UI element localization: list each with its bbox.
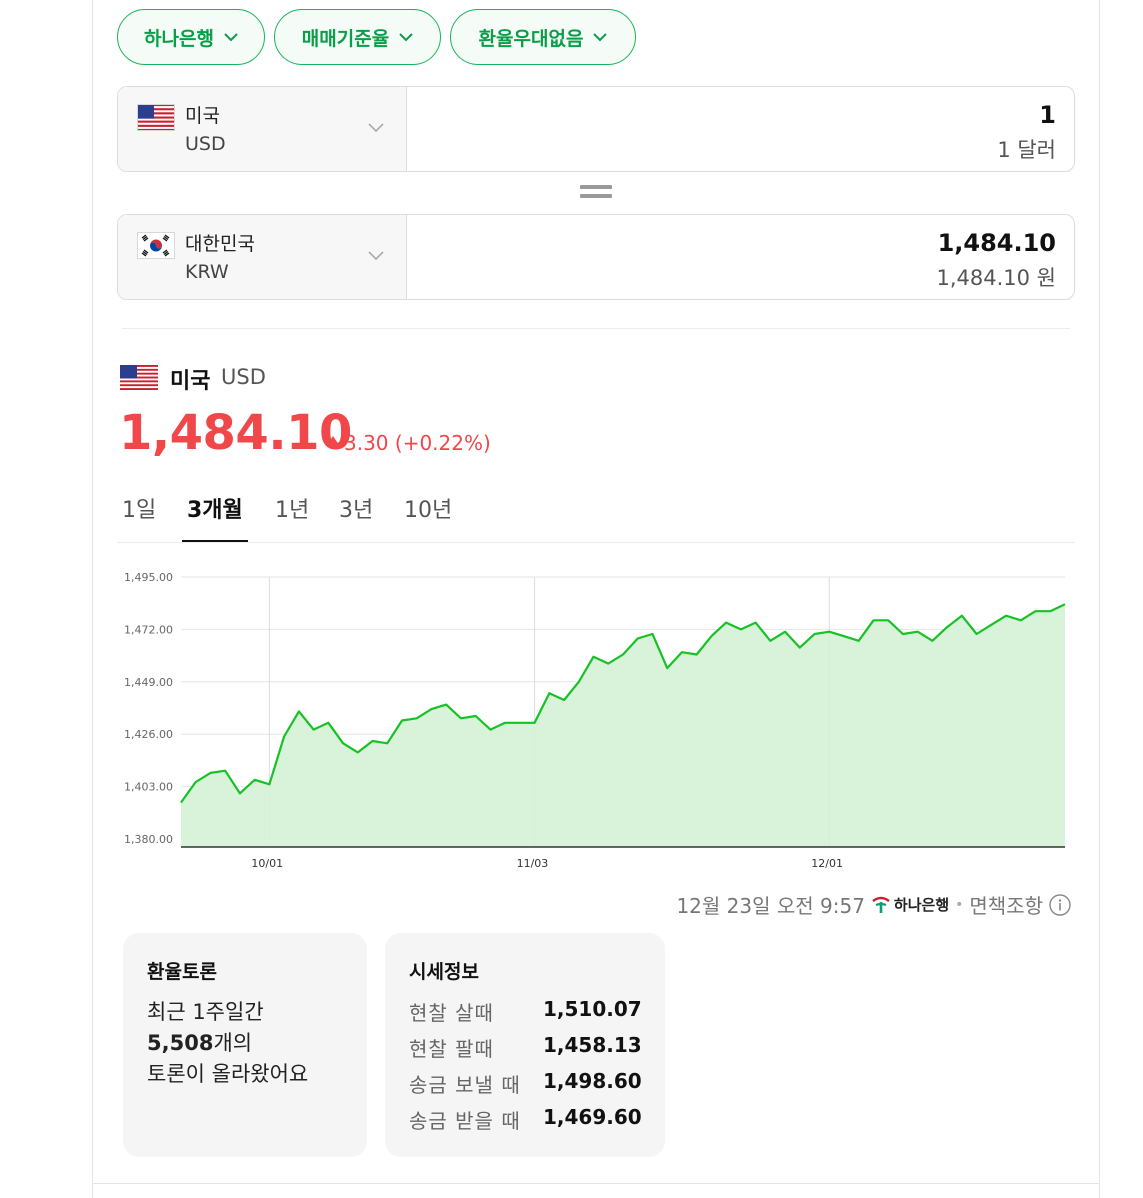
tabs-divider xyxy=(117,542,1075,543)
to-currency-code: KRW xyxy=(185,261,229,283)
market-info-title: 시세정보 xyxy=(409,961,479,983)
chevron-down-icon xyxy=(224,33,238,42)
discussion-title: 환율토론 xyxy=(147,961,217,983)
y-tick-label: 1,380.00 xyxy=(124,833,173,846)
tab-1year[interactable]: 1년 xyxy=(275,492,309,524)
rate-currency-code: USD xyxy=(221,365,266,389)
discussion-count-suffix: 개의 xyxy=(213,1031,253,1055)
bank-logo: 하나은행 xyxy=(871,894,949,915)
y-tick-label: 1,426.00 xyxy=(124,728,173,741)
active-tab-indicator xyxy=(182,540,248,542)
to-currency-select[interactable]: 대한민국 KRW xyxy=(118,215,407,299)
market-info-row: 현찰 팔때 1,458.13 xyxy=(409,1033,642,1062)
discussion-count: 5,508 xyxy=(147,1031,214,1055)
hana-bank-logo-icon xyxy=(872,896,890,913)
y-tick-label: 1,472.00 xyxy=(124,623,173,636)
separator-dot: • xyxy=(955,896,964,913)
preferential-rate-filter-button[interactable]: 환율우대없음 xyxy=(450,9,636,65)
to-country-name: 대한민국 xyxy=(185,233,255,255)
current-rate-value: 1,484.10 xyxy=(119,405,352,461)
us-flag-icon xyxy=(120,365,158,390)
discussion-summary: 최근 1주일간 5,508개의 토론이 올라왔어요 xyxy=(147,997,308,1090)
rate-country-name: 미국 xyxy=(170,369,211,394)
chevron-down-icon xyxy=(368,251,384,261)
rate-change: 3.30 (+0.22%) xyxy=(344,431,491,455)
cash-buy-label: 현찰 살때 xyxy=(409,1001,494,1025)
discussion-count-line: 5,508개의 xyxy=(147,1028,308,1059)
bank-name: 하나은행 xyxy=(893,896,950,914)
rate-timestamp: 12월 23일 오전 9:57 xyxy=(676,894,865,918)
rate-type-filter-label: 매매기준율 xyxy=(301,27,390,50)
rate-type-filter-button[interactable]: 매매기준율 xyxy=(274,9,441,65)
y-tick-label: 1,495.00 xyxy=(124,571,173,584)
chevron-down-icon xyxy=(399,33,413,42)
market-info-card: 시세정보 현찰 살때 1,510.07 현찰 팔때 1,458.13 송금 보낼… xyxy=(385,933,665,1157)
x-tick-label: 11/03 xyxy=(517,857,549,870)
panel-bottom-border xyxy=(92,1183,1100,1184)
from-currency-select[interactable]: 미국 USD xyxy=(118,87,407,171)
rate-source-info: 12월 23일 오전 9:57 하나은행 • 면책조항 xyxy=(676,890,1071,919)
up-arrow-icon xyxy=(327,436,339,445)
market-info-row: 현찰 살때 1,510.07 xyxy=(409,997,642,1026)
chevron-down-icon xyxy=(593,33,608,42)
bank-filter-button[interactable]: 하나은행 xyxy=(117,9,265,65)
bank-filter-label: 하나은행 xyxy=(144,27,214,50)
from-currency-box: 미국 USD 1 1 달러 xyxy=(117,86,1075,172)
us-flag-icon xyxy=(137,104,175,131)
y-tick-label: 1,403.00 xyxy=(124,781,173,794)
cash-buy-value: 1,510.07 xyxy=(543,997,642,1021)
tab-3months[interactable]: 3개월 xyxy=(187,492,243,524)
preferential-rate-filter-label: 환율우대없음 xyxy=(478,27,584,50)
x-tick-label: 10/01 xyxy=(251,857,283,870)
x-tick-label: 12/01 xyxy=(811,857,843,870)
info-icon[interactable] xyxy=(1049,893,1071,916)
section-divider xyxy=(122,328,1070,329)
y-tick-label: 1,449.00 xyxy=(124,676,173,689)
from-currency-code: USD xyxy=(185,133,226,155)
market-info-row: 송금 보낼 때 1,498.60 xyxy=(409,1069,642,1098)
to-amount-input[interactable]: 1,484.10 xyxy=(938,229,1056,257)
exchange-rate-chart[interactable]: 1,495.00 1,472.00 1,449.00 1,426.00 1,403.00… xyxy=(117,560,1075,880)
remit-receive-label: 송금 받을 때 xyxy=(409,1109,521,1133)
from-amount-text: 1 달러 xyxy=(997,138,1056,162)
remit-send-label: 송금 보낼 때 xyxy=(409,1073,521,1097)
discussion-posted-text: 토론이 올라왔어요 xyxy=(147,1062,309,1086)
remit-receive-value: 1,469.60 xyxy=(543,1105,642,1129)
chevron-down-icon xyxy=(368,123,384,133)
tab-3years[interactable]: 3년 xyxy=(339,492,373,524)
discussion-card[interactable]: 환율토론 최근 1주일간 5,508개의 토론이 올라왔어요 xyxy=(123,933,367,1157)
discussion-period: 최근 1주일간 xyxy=(147,1000,264,1024)
tab-1day[interactable]: 1일 xyxy=(122,492,156,524)
equals-icon xyxy=(580,185,612,201)
cash-sell-label: 현찰 팔때 xyxy=(409,1037,494,1061)
to-amount-text: 1,484.10 원 xyxy=(936,266,1056,290)
kr-flag-icon xyxy=(137,232,175,259)
disclaimer-link[interactable]: 면책조항 xyxy=(969,890,1043,919)
from-amount-input[interactable]: 1 xyxy=(1039,101,1056,129)
market-info-row: 송금 받을 때 1,469.60 xyxy=(409,1105,642,1134)
tab-10years[interactable]: 10년 xyxy=(404,492,452,524)
remit-send-value: 1,498.60 xyxy=(543,1069,642,1093)
to-currency-box: 대한민국 KRW 1,484.10 1,484.10 원 xyxy=(117,214,1075,300)
from-country-name: 미국 xyxy=(185,105,220,127)
cash-sell-value: 1,458.13 xyxy=(543,1033,642,1057)
